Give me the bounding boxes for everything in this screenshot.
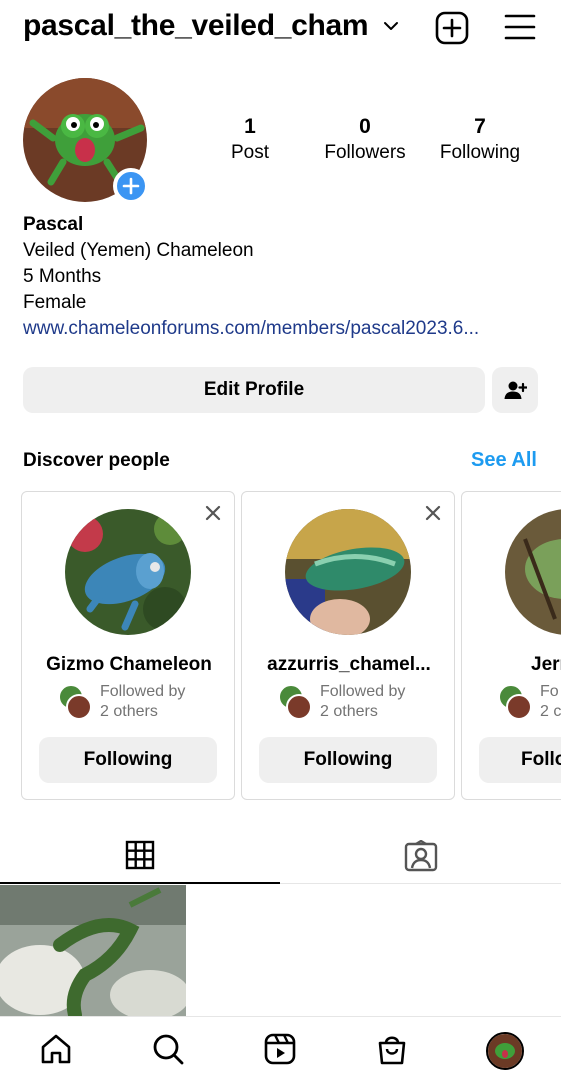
followed-by-text: Followed by 2 others	[320, 682, 405, 722]
search-icon	[153, 1034, 184, 1065]
stat-followers[interactable]: 0 Followers	[318, 114, 412, 166]
add-story-plus-icon[interactable]	[113, 168, 149, 204]
discover-people-button[interactable]	[492, 367, 538, 413]
tagged-icon	[404, 840, 437, 872]
stat-posts-count: 1	[244, 115, 256, 138]
profile-avatar-wrap[interactable]	[23, 78, 149, 204]
nav-search[interactable]	[150, 1031, 186, 1067]
followed-by-line: Fo	[540, 683, 559, 700]
suggestion-card[interactable]: Gizmo Chameleon Followed by 2 others Fol…	[21, 491, 235, 800]
menu-icon[interactable]	[503, 12, 537, 42]
bio-line: Female	[23, 292, 87, 313]
username-title[interactable]: pascal_the_veiled_cham	[23, 9, 369, 43]
followed-by-text: Fo 2 c	[540, 682, 561, 722]
suggestion-avatar[interactable]	[65, 509, 191, 635]
mutual-avatars	[58, 682, 98, 722]
stat-posts[interactable]: 1 Post	[216, 114, 284, 166]
stat-following-count: 7	[474, 115, 486, 138]
suggestion-name[interactable]: azzurris_chamel...	[242, 654, 456, 676]
nav-shop[interactable]	[374, 1031, 410, 1067]
profile-avatar[interactable]	[486, 1032, 524, 1070]
following-button[interactable]: Following	[259, 737, 437, 783]
mutual-avatars	[498, 682, 538, 722]
followed-by-count: 2 others	[320, 703, 378, 720]
post-thumbnail[interactable]	[0, 885, 186, 1016]
close-icon[interactable]	[424, 504, 442, 522]
home-icon	[41, 1034, 71, 1064]
stat-posts-label: Post	[230, 142, 270, 163]
bio-line: 5 Months	[23, 266, 102, 287]
suggestion-avatar[interactable]	[505, 509, 561, 635]
suggestion-card[interactable]: Jerry Fo 2 c Follo	[461, 491, 561, 800]
add-post-icon[interactable]	[434, 10, 470, 46]
shop-icon	[378, 1036, 406, 1065]
profile-name: Pascal	[23, 214, 84, 235]
close-icon[interactable]	[204, 504, 222, 522]
suggestion-name[interactable]: Gizmo Chameleon	[22, 654, 236, 676]
nav-reels[interactable]	[262, 1031, 298, 1067]
suggestion-card[interactable]: azzurris_chamel... Followed by 2 others …	[241, 491, 455, 800]
stat-followers-count: 0	[359, 115, 371, 138]
followed-by-line: Followed by	[320, 683, 406, 700]
add-person-icon	[504, 381, 527, 399]
stat-following[interactable]: 7 Following	[434, 114, 526, 166]
discover-people-title: Discover people	[23, 450, 170, 471]
nav-home[interactable]	[38, 1031, 74, 1067]
tab-posts-grid[interactable]	[0, 828, 280, 884]
edit-profile-button[interactable]: Edit Profile	[23, 367, 485, 413]
see-all-link[interactable]: See All	[471, 449, 537, 472]
following-button[interactable]: Following	[39, 737, 217, 783]
profile-tabs	[0, 828, 561, 884]
suggestion-name[interactable]: Jerry	[462, 654, 561, 676]
followed-by-line: Followed by	[100, 683, 186, 700]
tab-tagged[interactable]	[280, 828, 561, 884]
follow-button[interactable]: Follo	[479, 737, 561, 783]
followed-by-count: 2 others	[100, 703, 158, 720]
suggestion-avatar[interactable]	[285, 509, 411, 635]
chevron-down-icon[interactable]	[382, 17, 400, 35]
stat-following-label: Following	[439, 142, 521, 163]
reels-icon	[264, 1033, 296, 1065]
suggestion-carousel[interactable]: Gizmo Chameleon Followed by 2 others Fol…	[21, 491, 561, 801]
profile-bio: Pascal Veiled (Yemen) Chameleon 5 Months…	[23, 212, 543, 342]
profile-header: pascal_the_veiled_cham	[0, 0, 561, 56]
mutual-avatars	[278, 682, 318, 722]
followed-by-text: Followed by 2 others	[100, 682, 185, 722]
grid-icon	[125, 840, 155, 870]
bio-link[interactable]: www.chameleonforums.com/members/pascal20…	[23, 316, 543, 342]
followed-by-count: 2 c	[540, 703, 561, 720]
bio-line: Veiled (Yemen) Chameleon	[23, 240, 254, 261]
bottom-navigation	[0, 1016, 561, 1080]
stat-followers-label: Followers	[324, 142, 406, 163]
